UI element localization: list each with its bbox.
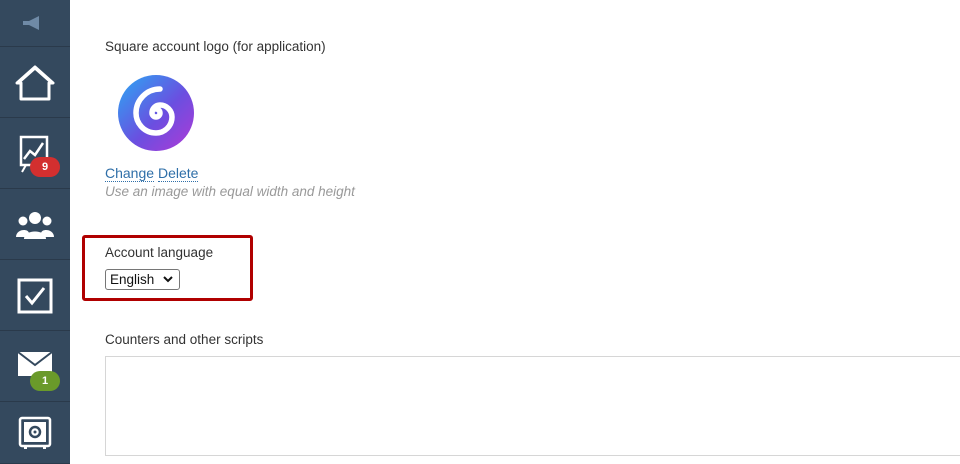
chevron-down-icon (163, 276, 173, 283)
scripts-textarea[interactable] (105, 356, 960, 456)
sidebar-item-tasks[interactable] (0, 261, 70, 331)
logo-label: Square account logo (for application) (105, 39, 326, 54)
users-icon (16, 211, 54, 239)
scripts-label: Counters and other scripts (105, 332, 264, 347)
language-select-value: English (110, 272, 155, 287)
sidebar-item-announcements[interactable] (0, 0, 70, 47)
account-logo (118, 75, 194, 151)
mail-badge: 1 (30, 371, 60, 391)
safe-gear-icon (18, 416, 52, 449)
delete-logo-link[interactable]: Delete (158, 165, 199, 182)
change-logo-link[interactable]: Change (105, 165, 155, 182)
sidebar-item-sales[interactable]: 9 (0, 119, 70, 189)
sales-badge: 9 (30, 157, 60, 177)
sidebar-item-contacts[interactable] (0, 190, 70, 260)
checkbox-icon (17, 278, 53, 313)
language-label: Account language (105, 245, 214, 260)
account-settings-form: Square account logo (for application) Ch… (70, 0, 960, 464)
sidebar-item-settings[interactable] (0, 403, 70, 464)
home-icon (15, 65, 55, 100)
sidebar: 9 1 (0, 0, 70, 464)
sidebar-item-mail[interactable]: 1 (0, 332, 70, 402)
megaphone-icon (23, 16, 39, 30)
logo-hint: Use an image with equal width and height (105, 184, 355, 199)
sidebar-item-home[interactable] (0, 48, 70, 118)
language-select[interactable]: English (105, 269, 180, 290)
